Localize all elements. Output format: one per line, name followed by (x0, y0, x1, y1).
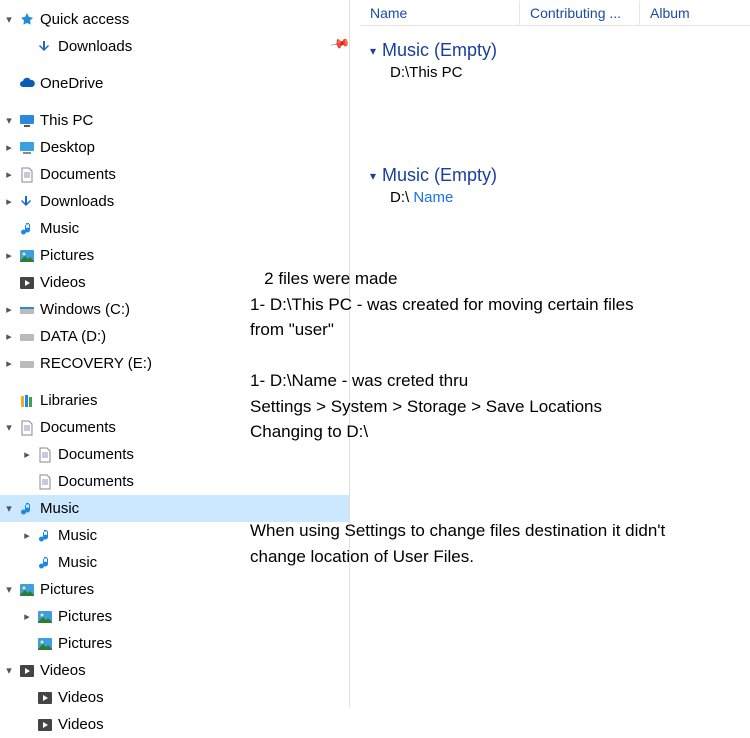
video-icon (18, 662, 36, 680)
video-icon (18, 274, 36, 292)
tree-label: Windows (C:) (40, 301, 130, 318)
picture-icon (18, 581, 36, 599)
content-pane: Name Contributing ... Album 📌 ▾ Music (E… (350, 0, 750, 707)
tree-label: Music (58, 527, 97, 544)
desktop-icon (18, 139, 36, 157)
tree-label: Music (58, 554, 97, 571)
document-icon (18, 419, 36, 437)
tree-label: Music (40, 500, 79, 517)
chevron-right-icon: ▸ (20, 529, 34, 543)
tree-label: Documents (40, 419, 116, 436)
tree-label: Documents (58, 446, 134, 463)
chevron-right-icon: ▸ (2, 168, 16, 182)
chevron-right-icon: ▸ (2, 249, 16, 263)
monitor-icon (18, 112, 36, 130)
document-icon (36, 473, 54, 491)
tree-lib-videos-sub[interactable]: ▸ Videos (0, 711, 349, 738)
document-icon (18, 166, 36, 184)
drive-icon (18, 355, 36, 373)
chevron-down-icon: ▾ (2, 421, 16, 435)
tree-label: Documents (58, 473, 134, 490)
drive-icon (18, 301, 36, 319)
chevron-right-icon: ▸ (2, 357, 16, 371)
tree-label: Videos (40, 662, 86, 679)
tree-label: Pictures (58, 635, 112, 652)
annotation-text: 2 files were made 1- D:\This PC - was cr… (250, 266, 650, 343)
tree-label: OneDrive (40, 75, 103, 92)
chevron-down-icon: ▾ (2, 114, 16, 128)
music-note-icon (18, 500, 36, 518)
chevron-down-icon: ▾ (2, 13, 16, 27)
tree-label: DATA (D:) (40, 328, 106, 345)
tree-label: Downloads (40, 193, 114, 210)
tree-label: Videos (58, 689, 104, 706)
music-note-icon (36, 527, 54, 545)
tree-label: Downloads (58, 38, 132, 55)
document-icon (36, 446, 54, 464)
video-icon (36, 689, 54, 707)
picture-icon (18, 247, 36, 265)
tree-label: Videos (58, 716, 104, 733)
chevron-down-icon: ▾ (2, 664, 16, 678)
chevron-right-icon: ▸ (2, 330, 16, 344)
tree-label: Documents (40, 166, 116, 183)
picture-icon (36, 608, 54, 626)
tree-label: Music (40, 220, 79, 237)
drive-icon (18, 328, 36, 346)
video-icon (36, 716, 54, 734)
chevron-right-icon: ▸ (2, 141, 16, 155)
tree-label: Desktop (40, 139, 95, 156)
tree-label: This PC (40, 112, 93, 129)
tree-label: Pictures (40, 581, 94, 598)
annotation-text: 1- D:\Name - was creted thru Settings > … (250, 368, 650, 445)
chevron-down-icon: ▾ (2, 583, 16, 597)
tree-label: Quick access (40, 11, 129, 28)
star-icon (18, 11, 36, 29)
tree-label: Pictures (40, 247, 94, 264)
chevron-right-icon: ▸ (20, 610, 34, 624)
cloud-icon (18, 75, 36, 93)
chevron-right-icon: ▸ (20, 448, 34, 462)
picture-icon (36, 635, 54, 653)
annotation-text: When using Settings to change files dest… (250, 518, 670, 569)
tree-label: RECOVERY (E:) (40, 355, 152, 372)
download-arrow-icon (36, 38, 54, 56)
tree-label: Libraries (40, 392, 98, 409)
chevron-right-icon: ▸ (2, 303, 16, 317)
music-note-icon (36, 554, 54, 572)
download-arrow-icon (18, 193, 36, 211)
libraries-icon (18, 392, 36, 410)
tree-label: Pictures (58, 608, 112, 625)
chevron-down-icon: ▾ (2, 502, 16, 516)
music-note-icon (18, 220, 36, 238)
chevron-right-icon: ▸ (2, 195, 16, 209)
tree-label: Videos (40, 274, 86, 291)
